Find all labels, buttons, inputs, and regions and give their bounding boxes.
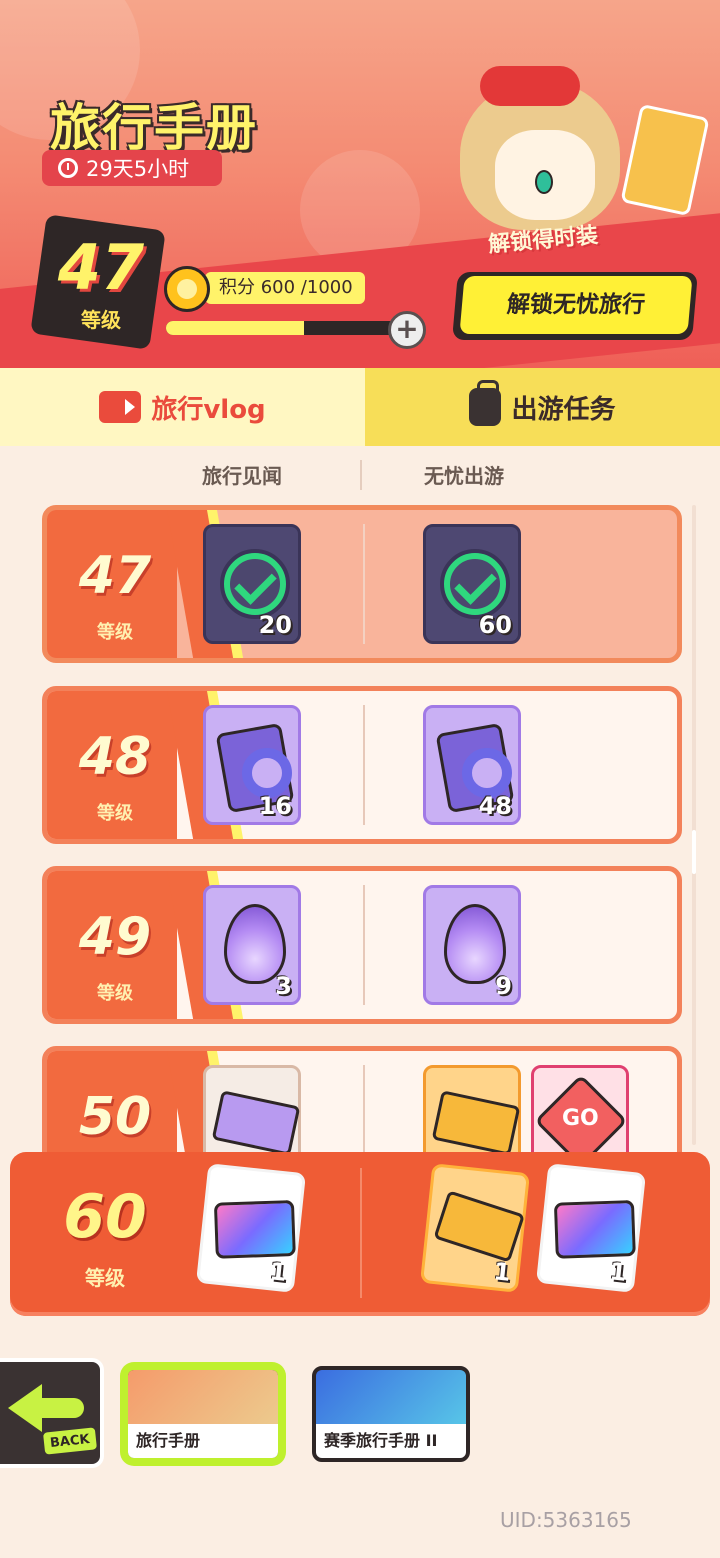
gold-ticket-icon [433,1190,525,1263]
season-timer: 29天5小时 [42,150,222,186]
column-header-free: 旅行见闻 [202,464,282,488]
character-illustration [440,60,710,240]
points-label: 积分 600 /1000 [205,272,365,304]
level-progress-bar [166,321,396,335]
rainbow-card-icon [213,1200,296,1259]
purple-ticket-icon [211,1090,301,1156]
rainbow-card-icon [553,1200,636,1259]
reward-item-free[interactable]: 3 [203,885,301,1005]
reward-qty: 1 [492,1257,512,1287]
row-level-caption: 等级 [85,1266,125,1290]
add-points-button[interactable]: + [388,311,426,349]
tab-travel-vlog[interactable]: 旅行vlog [0,368,365,446]
row-level-caption: 等级 [97,983,133,1004]
character-thumbnail [128,1370,278,1428]
reward-item-free[interactable]: 16 [203,705,301,825]
tab-label: 旅行vlog [151,394,266,425]
reward-item-premium[interactable]: 48 [423,705,521,825]
featured-reward-row: 60 等级 1 1 1 [10,1152,710,1316]
row-level: 47 [78,546,152,606]
column-header-premium: 无忧出游 [424,464,504,488]
bag-icon [469,380,502,426]
reward-item-premium[interactable]: 1 [419,1163,531,1293]
reward-row: 47 等级 20 60 [42,505,682,663]
reward-qty: 1 [268,1257,288,1287]
reward-qty: 20 [258,611,292,639]
reward-item-premium[interactable]: 1 [535,1163,647,1293]
ring-icon [462,748,512,798]
claimed-check-icon [224,553,286,615]
reward-qty: 1 [608,1257,628,1287]
reward-qty: 3 [275,972,292,1000]
ring-icon [242,748,292,798]
current-level-badge: 47 等级 [46,228,156,348]
scrollbar-thumb[interactable] [692,830,696,874]
tab-travel-tasks[interactable]: 出游任务 [365,368,720,446]
level-progress-fill [166,321,304,335]
nav-card-travel-manual[interactable]: 旅行手册 [124,1366,282,1462]
reward-item-free[interactable]: 1 [195,1163,307,1293]
clock-icon [58,158,78,178]
reward-row: 48 等级 16 48 [42,686,682,844]
reward-qty: 9 [495,972,512,1000]
reward-item-free[interactable]: 20 [203,524,301,644]
timer-text: 29天5小时 [86,157,190,181]
tab-label: 出游任务 [511,394,616,425]
coin-icon [164,266,210,312]
nav-card-label: 赛季旅行手册 II [316,1424,466,1458]
nav-card-season-manual[interactable]: 赛季旅行手册 II [312,1366,470,1462]
reward-item-premium[interactable]: 60 [423,524,521,644]
row-level: 48 [78,727,152,787]
row-level: 60 [63,1182,147,1252]
gold-ticket-icon [431,1090,521,1156]
row-level-caption: 等级 [97,803,133,824]
row-level-caption: 等级 [97,622,133,643]
reward-row: 49 等级 3 9 [42,866,682,1024]
character-thumbnail [316,1370,466,1428]
reward-qty: 48 [478,792,512,820]
level-caption: 等级 [81,308,121,332]
back-button[interactable]: BACK [0,1358,104,1468]
column-divider [360,460,362,490]
reward-qty: 60 [478,611,512,639]
unlock-premium-button[interactable]: 解锁无忧旅行 [459,276,693,334]
vlog-icon [99,391,142,423]
back-arrow-icon [8,1384,42,1432]
nav-card-label: 旅行手册 [128,1424,278,1458]
current-level: 47 [57,231,145,304]
user-id: UID:5363165 [500,1508,632,1532]
scrollbar-track[interactable] [692,505,696,1145]
reward-qty: 16 [258,792,292,820]
claimed-check-icon [444,553,506,615]
reward-item-premium[interactable]: 9 [423,885,521,1005]
row-level: 49 [78,907,152,967]
row-level: 50 [78,1087,152,1147]
